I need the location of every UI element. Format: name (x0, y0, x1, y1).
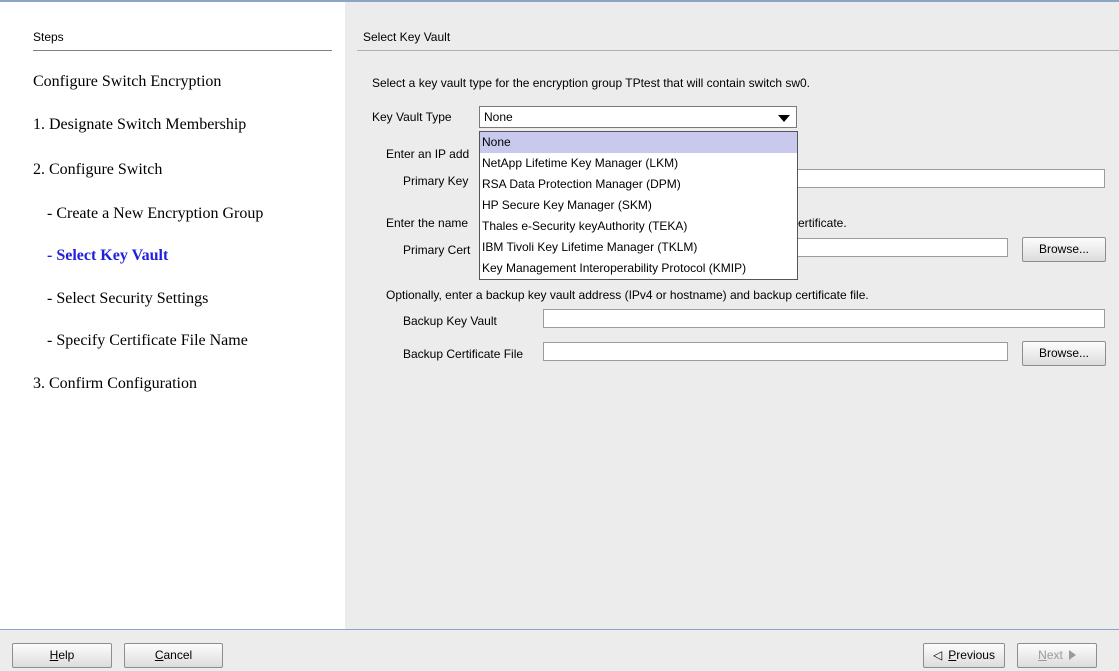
step-confirm-configuration: 3. Confirm Configuration (33, 375, 197, 392)
backup-key-vault-label: Backup Key Vault (403, 314, 497, 328)
backup-key-vault-field[interactable] (543, 309, 1105, 328)
primary-certificate-field[interactable] (797, 238, 1008, 257)
arrow-right-icon (1068, 650, 1076, 660)
step-select-security-settings: - Select Security Settings (47, 290, 209, 307)
footer-divider (0, 629, 1119, 630)
step-select-key-vault: - Select Key Vault (47, 247, 169, 264)
cancel-button[interactable]: Cancel (124, 643, 223, 668)
primary-browse-button[interactable]: Browse... (1022, 237, 1106, 262)
key-vault-type-select[interactable]: None (479, 106, 797, 128)
previous-button[interactable]: ◁ Previous (923, 643, 1005, 668)
next-mnemonic: N (1038, 648, 1047, 662)
dropdown-option-none[interactable]: None (480, 132, 797, 153)
steps-header: Steps (33, 30, 64, 44)
cancel-label-rest: ancel (163, 648, 193, 662)
key-vault-type-value: None (484, 110, 513, 124)
previous-label-rest: revious (956, 648, 995, 662)
next-button[interactable]: Next (1017, 643, 1097, 668)
dropdown-option-kmip[interactable]: Key Management Interoperability Protocol… (480, 258, 797, 279)
chevron-down-icon (778, 115, 790, 122)
dropdown-option-dpm[interactable]: RSA Data Protection Manager (DPM) (480, 174, 797, 195)
enter-name-text-suffix: ertificate. (798, 216, 847, 230)
backup-cert-label: Backup Certificate File (403, 347, 524, 361)
key-vault-type-dropdown[interactable]: None NetApp Lifetime Key Manager (LKM) R… (479, 131, 798, 280)
backup-certificate-field[interactable] (543, 342, 1008, 361)
steps-divider (33, 50, 332, 51)
dropdown-option-skm[interactable]: HP Secure Key Manager (SKM) (480, 195, 797, 216)
dropdown-option-lkm[interactable]: NetApp Lifetime Key Manager (LKM) (480, 153, 797, 174)
step-designate-switch-membership: 1. Designate Switch Membership (33, 116, 247, 133)
backup-browse-button[interactable]: Browse... (1022, 341, 1106, 366)
help-label-rest: elp (58, 648, 75, 662)
content-divider (357, 50, 1119, 51)
step-specify-certificate-file-name: - Specify Certificate File Name (47, 332, 248, 349)
content-header: Select Key Vault (363, 30, 451, 44)
step-configure-switch-encryption: Configure Switch Encryption (33, 73, 222, 90)
dropdown-option-teka[interactable]: Thales e-Security keyAuthority (TEKA) (480, 216, 797, 237)
arrow-left-icon: ◁ (933, 648, 943, 662)
intro-text: Select a key vault type for the encrypti… (372, 76, 810, 90)
enter-ip-text: Enter an IP add (386, 147, 470, 161)
step-create-encryption-group: - Create a New Encryption Group (47, 205, 264, 222)
optional-backup-text: Optionally, enter a backup key vault add… (386, 288, 869, 302)
enter-name-text: Enter the name (386, 216, 469, 230)
next-label-rest: ext (1046, 648, 1063, 662)
primary-key-label: Primary Key (403, 174, 469, 188)
steps-panel: Steps Configure Switch Encryption 1. Des… (0, 2, 345, 629)
primary-cert-label: Primary Cert (403, 243, 471, 257)
primary-key-vault-field[interactable] (797, 169, 1105, 188)
help-button[interactable]: Help (12, 643, 112, 668)
key-vault-type-label: Key Vault Type (372, 110, 452, 124)
dropdown-option-tklm[interactable]: IBM Tivoli Key Lifetime Manager (TKLM) (480, 237, 797, 258)
step-configure-switch: 2. Configure Switch (33, 161, 163, 178)
